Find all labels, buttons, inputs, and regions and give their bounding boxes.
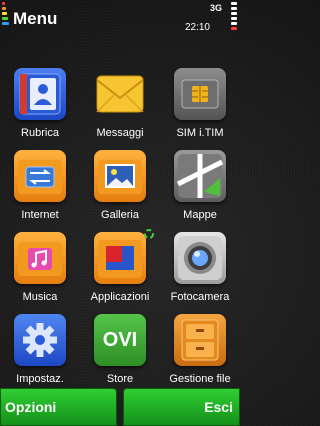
app-tile-galleria[interactable]: Galleria (80, 150, 160, 232)
app-tile-internet[interactable]: Internet (0, 150, 80, 232)
gear-icon (14, 314, 66, 366)
sim-card-icon (174, 68, 226, 120)
internet-folder-icon (14, 150, 66, 202)
app-tile-applicazioni[interactable]: Applicazioni (80, 232, 160, 314)
app-tile-messaggi[interactable]: Messaggi (80, 68, 160, 150)
music-folder-icon (14, 232, 66, 284)
file-cabinet-icon (174, 314, 226, 366)
contacts-icon (14, 68, 66, 120)
app-tile-impostazioni[interactable]: Impostaz. (0, 314, 80, 396)
gallery-icon (94, 150, 146, 202)
clock: 22:10 (184, 22, 210, 33)
refresh-indicator-icon (144, 229, 154, 239)
app-tile-sim[interactable]: SIM i.TIM (160, 68, 240, 150)
network-type-label: 3G (209, 3, 222, 13)
softkey-bar: Opzioni Esci (0, 388, 240, 426)
signal-strength-icon (2, 2, 10, 28)
ovi-store-icon: OVI (94, 314, 146, 366)
camera-icon (174, 232, 226, 284)
battery-level-icon (229, 2, 237, 30)
status-bar: Menu 3G 22:10 (0, 0, 240, 56)
app-tile-rubrica[interactable]: Rubrica (0, 68, 80, 150)
exit-softkey[interactable]: Esci (123, 388, 240, 426)
applications-icon (94, 232, 146, 284)
envelope-icon (94, 68, 146, 120)
app-tile-musica[interactable]: Musica (0, 232, 80, 314)
page-title: Menu (13, 9, 58, 28)
maps-icon (174, 150, 226, 202)
app-tile-fotocamera[interactable]: Fotocamera (160, 232, 240, 314)
app-tile-gestione-file[interactable]: Gestione file (160, 314, 240, 396)
app-tile-mappe[interactable]: Mappe (160, 150, 240, 232)
options-softkey[interactable]: Opzioni (0, 388, 117, 426)
app-tile-store[interactable]: OVI Store (80, 314, 160, 396)
ovi-store-text: OVI (102, 329, 138, 351)
